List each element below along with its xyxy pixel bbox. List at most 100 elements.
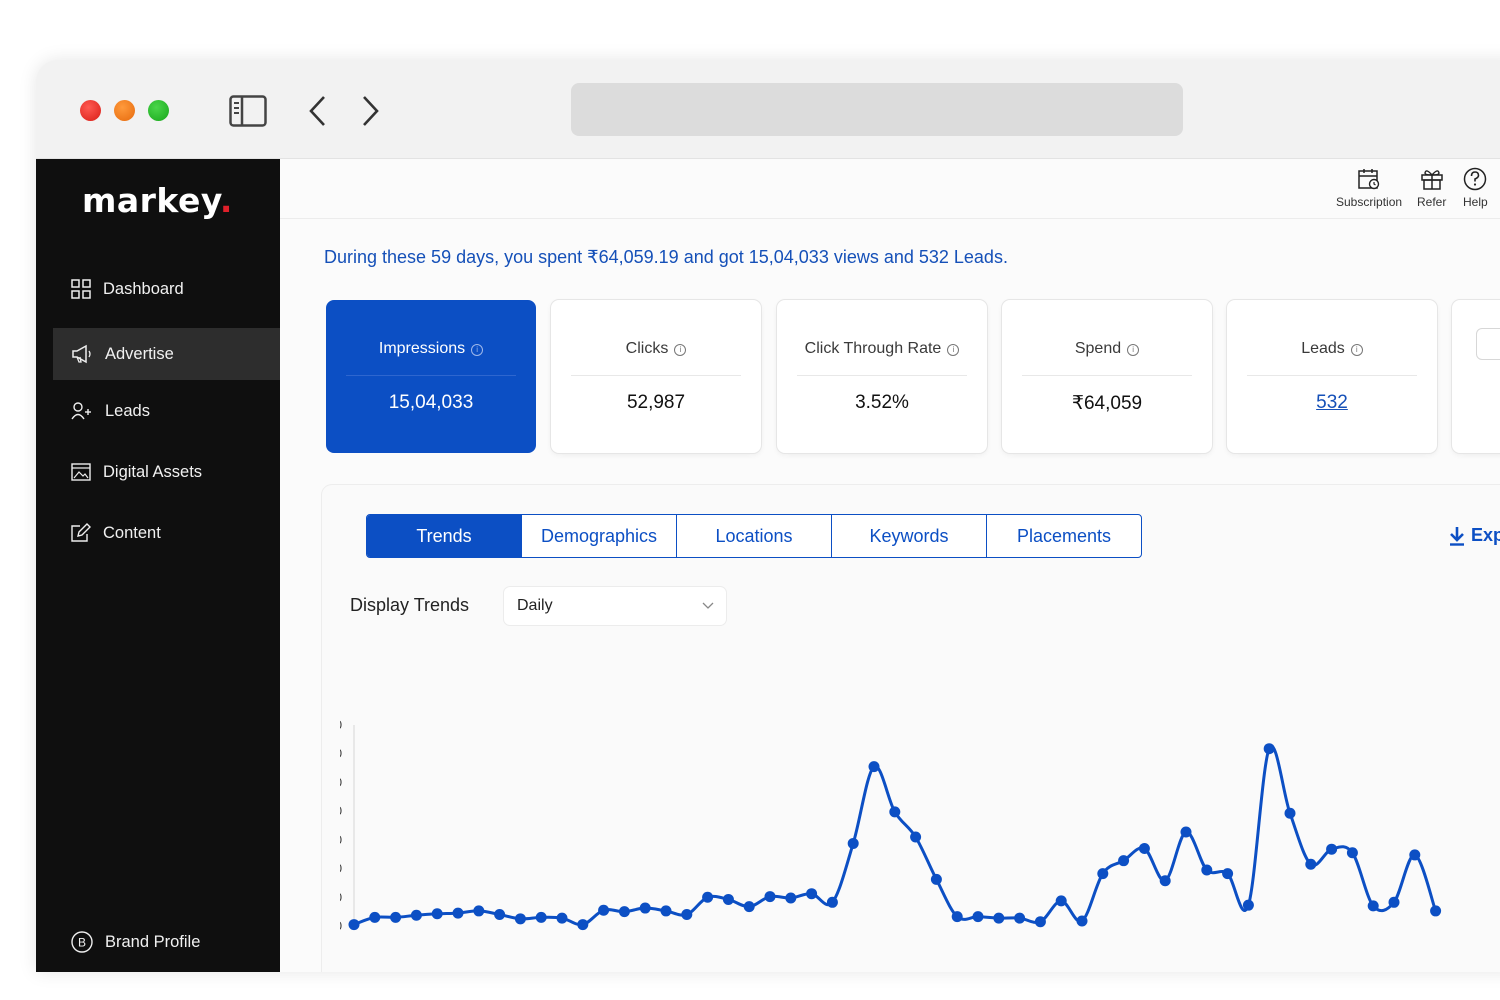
main-content: Subscription Refer Help During these 59 … bbox=[280, 159, 1500, 972]
export-button[interactable]: Exp bbox=[1448, 525, 1500, 546]
forward-icon[interactable] bbox=[356, 94, 384, 128]
zoom-window-button[interactable] bbox=[148, 100, 169, 121]
data-point[interactable] bbox=[1430, 905, 1442, 917]
metric-card-clicks[interactable]: Clicks i 52,987 bbox=[551, 300, 761, 453]
sidebar-item-label: Content bbox=[103, 523, 161, 542]
tab-locations[interactable]: Locations bbox=[677, 515, 832, 557]
data-point[interactable] bbox=[577, 919, 589, 931]
data-point[interactable] bbox=[1409, 849, 1421, 861]
subscription-label: Subscription bbox=[1336, 195, 1403, 209]
data-point[interactable] bbox=[951, 911, 963, 923]
data-point[interactable] bbox=[1388, 896, 1400, 908]
tab-placements[interactable]: Placements bbox=[987, 515, 1141, 557]
brand-logo[interactable]: markey. bbox=[82, 181, 233, 220]
data-point[interactable] bbox=[618, 906, 630, 918]
data-point[interactable] bbox=[431, 908, 443, 920]
data-point[interactable] bbox=[598, 904, 610, 916]
data-point[interactable] bbox=[972, 911, 984, 923]
data-point[interactable] bbox=[1097, 868, 1109, 880]
data-point[interactable] bbox=[390, 911, 402, 923]
data-point[interactable] bbox=[889, 806, 901, 818]
data-point[interactable] bbox=[910, 831, 922, 843]
subscription-button[interactable]: Subscription bbox=[1336, 167, 1402, 209]
data-point[interactable] bbox=[993, 912, 1005, 924]
data-point[interactable] bbox=[494, 909, 506, 921]
data-point[interactable] bbox=[847, 837, 859, 849]
data-point[interactable] bbox=[806, 888, 818, 900]
data-point[interactable] bbox=[1076, 915, 1088, 927]
refer-button[interactable]: Refer bbox=[1417, 167, 1446, 209]
data-point[interactable] bbox=[1305, 858, 1317, 870]
metric-label: Leads bbox=[1301, 340, 1345, 357]
tab-demographics[interactable]: Demographics bbox=[522, 515, 677, 557]
info-icon[interactable]: i bbox=[674, 344, 687, 356]
data-point[interactable] bbox=[1326, 843, 1338, 855]
tab-keywords[interactable]: Keywords bbox=[832, 515, 987, 557]
data-point[interactable] bbox=[826, 896, 838, 908]
data-point[interactable] bbox=[1263, 743, 1275, 755]
data-point[interactable] bbox=[660, 905, 672, 917]
data-point[interactable] bbox=[1367, 900, 1379, 912]
data-point[interactable] bbox=[1159, 875, 1171, 887]
data-point[interactable] bbox=[1222, 868, 1234, 880]
info-icon[interactable]: i bbox=[1127, 344, 1140, 356]
data-point[interactable] bbox=[1180, 826, 1192, 838]
data-point[interactable] bbox=[930, 873, 942, 885]
data-point[interactable] bbox=[681, 909, 693, 921]
info-icon[interactable]: i bbox=[1350, 344, 1363, 356]
data-point[interactable] bbox=[1201, 864, 1213, 876]
sidebar-item-content[interactable]: Content bbox=[53, 507, 280, 559]
data-point[interactable] bbox=[639, 902, 651, 914]
metric-card-partial[interactable] bbox=[1452, 300, 1500, 453]
data-point[interactable] bbox=[556, 912, 568, 924]
sidebar-item-dashboard[interactable]: Dashboard bbox=[53, 263, 280, 315]
info-icon[interactable]: i bbox=[471, 344, 484, 356]
data-point[interactable] bbox=[369, 911, 381, 923]
data-point[interactable] bbox=[702, 891, 714, 903]
data-point[interactable] bbox=[348, 919, 360, 931]
data-point[interactable] bbox=[410, 909, 422, 921]
sidebar-toggle-icon[interactable] bbox=[228, 94, 268, 128]
data-point[interactable] bbox=[1034, 916, 1046, 928]
data-point[interactable] bbox=[722, 893, 734, 905]
data-point[interactable] bbox=[743, 901, 755, 913]
data-point[interactable] bbox=[535, 911, 547, 923]
data-point[interactable] bbox=[1284, 807, 1296, 819]
brand-badge-icon: B bbox=[71, 931, 93, 953]
data-point[interactable] bbox=[1138, 842, 1150, 854]
data-point[interactable] bbox=[1055, 895, 1067, 907]
metric-card-impressions[interactable]: Impressions i 15,04,033 bbox=[326, 300, 536, 453]
address-bar[interactable] bbox=[571, 83, 1183, 136]
metric-label: Clicks bbox=[625, 340, 669, 357]
back-icon[interactable] bbox=[304, 94, 332, 128]
sidebar-item-advertise[interactable]: Advertise bbox=[53, 328, 280, 380]
data-point[interactable] bbox=[1118, 855, 1130, 867]
minimize-window-button[interactable] bbox=[114, 100, 135, 121]
data-point[interactable] bbox=[473, 905, 485, 917]
trend-period-select[interactable]: Daily bbox=[504, 587, 726, 625]
data-point[interactable] bbox=[1014, 912, 1026, 924]
megaphone-icon bbox=[72, 344, 91, 364]
data-point[interactable] bbox=[514, 913, 526, 925]
brand-profile-label: Brand Profile bbox=[105, 932, 201, 951]
data-point[interactable] bbox=[785, 892, 797, 904]
impressions-series-line bbox=[353, 744, 1438, 927]
brand-profile-button[interactable]: B Brand Profile bbox=[53, 916, 280, 968]
data-point[interactable] bbox=[452, 907, 464, 919]
metric-card-spend[interactable]: Spend i ₹64,059 bbox=[1002, 300, 1212, 453]
metric-card-leads[interactable]: Leads i 532 bbox=[1227, 300, 1437, 453]
y-tick-label: 120,000 bbox=[340, 747, 342, 761]
metric-card-ctr[interactable]: Click Through Rate i 3.52% bbox=[777, 300, 987, 453]
metric-divider bbox=[1022, 375, 1192, 376]
data-point[interactable] bbox=[1346, 847, 1358, 859]
data-point[interactable] bbox=[764, 891, 776, 903]
close-window-button[interactable] bbox=[80, 100, 101, 121]
help-button[interactable]: Help bbox=[1463, 167, 1488, 209]
sidebar-item-digital-assets[interactable]: Digital Assets bbox=[53, 446, 280, 498]
data-point[interactable] bbox=[868, 761, 880, 773]
data-point[interactable] bbox=[1242, 899, 1254, 911]
tab-trends[interactable]: Trends bbox=[367, 515, 522, 557]
leads-link[interactable]: 532 bbox=[1227, 392, 1437, 414]
sidebar-item-leads[interactable]: Leads bbox=[53, 385, 280, 437]
info-icon[interactable]: i bbox=[947, 344, 960, 356]
